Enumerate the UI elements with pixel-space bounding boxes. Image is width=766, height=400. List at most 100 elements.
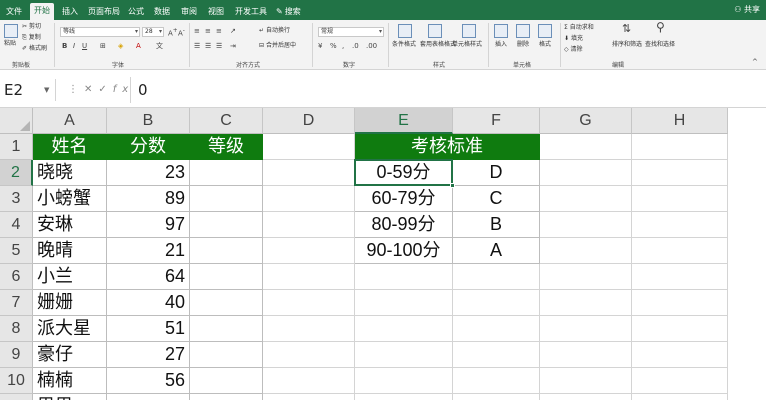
grid-cell[interactable]: [540, 368, 632, 394]
grid-cell[interactable]: [540, 160, 632, 186]
format-cells-label[interactable]: 格式: [539, 41, 551, 49]
font-color-icon[interactable]: A: [136, 42, 141, 51]
grid-cell[interactable]: [263, 342, 355, 368]
level-cell[interactable]: A: [453, 238, 540, 264]
name-cell[interactable]: 派大星: [33, 316, 107, 342]
grid-cell[interactable]: [263, 290, 355, 316]
conditional-format-icon[interactable]: [398, 24, 412, 38]
grid-cell[interactable]: [263, 264, 355, 290]
phonetic-icon[interactable]: 文: [156, 42, 163, 51]
grid-cell[interactable]: [540, 394, 632, 400]
tab-review[interactable]: 审阅: [177, 4, 201, 20]
collapse-ribbon-icon[interactable]: ^: [752, 58, 758, 67]
grid-cell[interactable]: [632, 368, 728, 394]
percent-icon[interactable]: %: [330, 42, 337, 51]
tab-file[interactable]: 文件: [2, 4, 26, 20]
formula-input[interactable]: 0: [138, 79, 148, 101]
row-header-10[interactable]: 10: [0, 368, 33, 394]
currency-icon[interactable]: ¥: [318, 42, 322, 51]
row-header-5[interactable]: 5: [0, 238, 33, 264]
grid-cell[interactable]: [263, 316, 355, 342]
tab-view[interactable]: 视图: [204, 4, 228, 20]
column-header-a[interactable]: A: [33, 108, 107, 134]
grid-cell[interactable]: [540, 212, 632, 238]
name-cell[interactable]: 小兰: [33, 264, 107, 290]
cancel-icon[interactable]: ✕: [84, 84, 98, 95]
align-center-icon[interactable]: ☰: [205, 42, 211, 51]
number-format-select[interactable]: 常规: [318, 27, 384, 37]
grid-cell[interactable]: [632, 264, 728, 290]
grade-cell[interactable]: [190, 316, 263, 342]
grid-cell[interactable]: [540, 290, 632, 316]
grade-cell[interactable]: [190, 186, 263, 212]
italic-icon[interactable]: I: [73, 42, 75, 51]
level-cell[interactable]: C: [453, 186, 540, 212]
score-cell[interactable]: 97: [107, 212, 190, 238]
fx-icon[interactable]: fx: [113, 84, 134, 95]
grid-cell[interactable]: [632, 290, 728, 316]
increase-decimal-icon[interactable]: .0: [352, 42, 359, 51]
score-cell[interactable]: 21: [107, 238, 190, 264]
table-header-cell[interactable]: 姓名: [33, 134, 107, 160]
grid-cell[interactable]: [355, 264, 453, 290]
name-cell[interactable]: 楠楠: [33, 368, 107, 394]
column-header-h[interactable]: H: [632, 108, 728, 134]
align-top-icon[interactable]: ≡: [194, 27, 200, 36]
grid-cell[interactable]: [540, 264, 632, 290]
name-cell[interactable]: 小螃蟹: [33, 186, 107, 212]
grid-cell[interactable]: [632, 238, 728, 264]
cut-button[interactable]: ✂ 剪切: [22, 23, 41, 31]
grid-cell[interactable]: [263, 134, 355, 160]
paste-icon[interactable]: [4, 24, 18, 38]
name-cell[interactable]: 安琳: [33, 212, 107, 238]
score-cell[interactable]: 89: [107, 186, 190, 212]
grid-cell[interactable]: [263, 212, 355, 238]
grid-cell[interactable]: [632, 186, 728, 212]
grid-cell[interactable]: [263, 160, 355, 186]
grid-cell[interactable]: [263, 368, 355, 394]
grade-cell[interactable]: [190, 342, 263, 368]
grade-cell[interactable]: [190, 160, 263, 186]
tab-data[interactable]: 数据: [150, 4, 174, 20]
grade-cell[interactable]: [190, 212, 263, 238]
insert-cells-icon[interactable]: [494, 24, 508, 38]
confirm-icon[interactable]: ✓: [98, 84, 112, 95]
range-cell[interactable]: 60-79分: [355, 186, 453, 212]
name-cell[interactable]: 豪仔: [33, 342, 107, 368]
align-left-icon[interactable]: ☰: [194, 42, 200, 51]
underline-icon[interactable]: U: [82, 42, 87, 51]
tab-home[interactable]: 开始: [30, 3, 54, 20]
spreadsheet-grid[interactable]: ABCDEFGH1234567891011姓名分数等级晓晓23小螃蟹89安琳97…: [0, 108, 766, 400]
range-cell[interactable]: 0-59分: [355, 160, 453, 186]
grid-cell[interactable]: [540, 342, 632, 368]
fill-color-icon[interactable]: ◈: [118, 42, 123, 51]
indent-icon[interactable]: ⇥: [230, 42, 236, 51]
grid-cell[interactable]: [263, 394, 355, 400]
score-cell[interactable]: 51: [107, 316, 190, 342]
grid-cell[interactable]: [453, 316, 540, 342]
row-header-2[interactable]: 2: [0, 160, 33, 186]
grid-cell[interactable]: [453, 368, 540, 394]
copy-button[interactable]: ⎘ 复制: [22, 34, 41, 42]
row-header-9[interactable]: 9: [0, 342, 33, 368]
grid-cell[interactable]: [355, 290, 453, 316]
bold-icon[interactable]: B: [62, 42, 67, 51]
grade-cell[interactable]: [190, 368, 263, 394]
grade-cell[interactable]: [190, 238, 263, 264]
grade-cell[interactable]: [190, 394, 263, 400]
table-header-cell[interactable]: 分数: [107, 134, 190, 160]
row-header-1[interactable]: 1: [0, 134, 33, 160]
fill-handle[interactable]: [450, 183, 455, 188]
grid-cell[interactable]: [355, 342, 453, 368]
autosum-button[interactable]: Σ 自动求和: [564, 24, 594, 32]
decrease-decimal-icon[interactable]: .00: [366, 42, 377, 51]
grade-cell[interactable]: [190, 290, 263, 316]
grid-cell[interactable]: [355, 394, 453, 400]
border-icon[interactable]: ⊞: [100, 42, 106, 51]
row-header-6[interactable]: 6: [0, 264, 33, 290]
column-header-b[interactable]: B: [107, 108, 190, 134]
grid-cell[interactable]: [632, 134, 728, 160]
row-header-4[interactable]: 4: [0, 212, 33, 238]
grid-cell[interactable]: [632, 160, 728, 186]
score-cell[interactable]: 64: [107, 264, 190, 290]
